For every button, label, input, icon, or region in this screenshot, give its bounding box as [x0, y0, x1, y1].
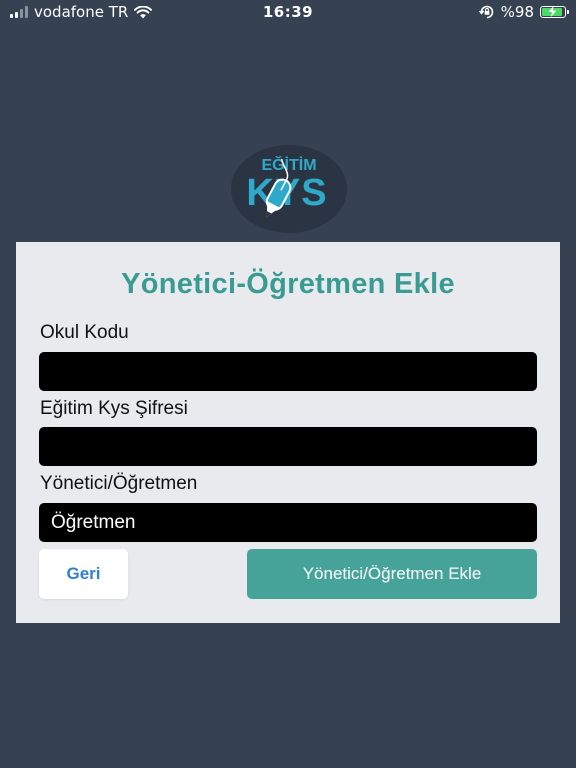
- kys-password-label: Eğitim Kys Şifresi: [40, 398, 188, 419]
- kys-password-input[interactable]: [39, 427, 537, 466]
- kys-logo-graphic: EĞİTİM KYS: [231, 145, 347, 233]
- school-code-input[interactable]: [39, 352, 537, 391]
- charging-bolt-icon: [548, 6, 557, 17]
- app-logo: EĞİTİM KYS: [230, 144, 348, 234]
- school-code-label: Okul Kodu: [40, 322, 129, 343]
- role-label: Yönetici/Öğretmen: [40, 473, 198, 494]
- role-select[interactable]: Öğretmen: [39, 503, 537, 542]
- screen-rotation-lock-icon: [478, 5, 493, 19]
- add-manager-teacher-button[interactable]: Yönetici/Öğretmen Ekle: [247, 549, 537, 599]
- back-button[interactable]: Geri: [39, 549, 128, 599]
- battery-icon: [540, 6, 569, 18]
- add-manager-teacher-card: Yönetici-Öğretmen Ekle Okul Kodu Eğitim …: [16, 242, 560, 623]
- status-bar: vodafone TR 16:39 %98: [0, 0, 576, 24]
- battery-percent: %98: [500, 3, 534, 21]
- status-right: %98: [478, 3, 569, 21]
- page-title: Yönetici-Öğretmen Ekle: [121, 268, 455, 300]
